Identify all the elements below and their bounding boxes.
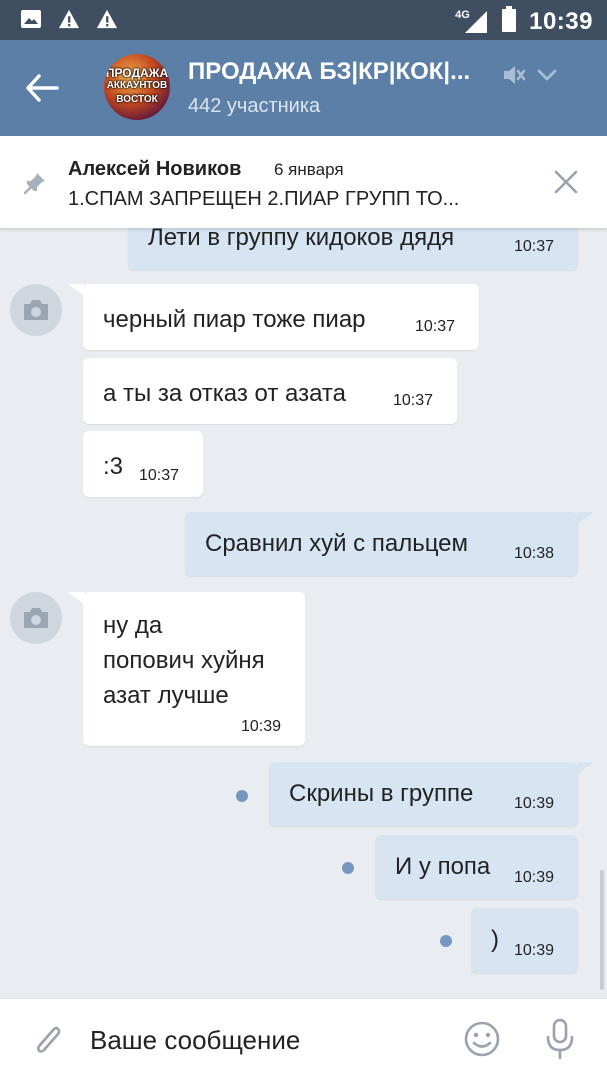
message-outgoing[interactable]: Сравнил хуй с пальцем 10:38 [185, 512, 578, 576]
signal-icon: 4G [455, 9, 489, 35]
message-time: 10:37 [514, 238, 555, 255]
participants-count[interactable]: 442 участника [188, 95, 320, 118]
camera-icon [24, 608, 48, 628]
unread-indicator [236, 790, 248, 802]
message-line: попович хуйня [103, 647, 265, 674]
bubble-tail [578, 762, 594, 774]
message-text: а ты за отказ от азата [103, 380, 346, 407]
sender-avatar[interactable] [10, 284, 62, 336]
muted-icon [500, 62, 526, 88]
message-text: Скрины в группе [289, 780, 474, 807]
message-line: ну да [103, 612, 163, 639]
message-time: 10:39 [514, 795, 555, 812]
warning-icon [58, 8, 80, 30]
close-icon[interactable] [552, 168, 580, 196]
message-incoming[interactable]: :3 10:37 [83, 431, 203, 497]
microphone-icon[interactable] [540, 1017, 580, 1061]
message-text: Сравнил хуй с пальцем [205, 530, 469, 557]
message-text: :3 [103, 453, 124, 480]
message-time: 10:37 [139, 467, 180, 484]
pinned-author: Алексей Новиков [68, 158, 242, 180]
message-incoming[interactable]: черный пиар тоже пиар 10:37 [83, 284, 479, 350]
message-outgoing[interactable]: ) 10:39 [471, 908, 578, 973]
image-icon [20, 8, 42, 30]
message-outgoing[interactable]: Скрины в группе 10:39 [269, 762, 578, 826]
message-time: 10:37 [393, 392, 434, 409]
message-line: азат лучше [103, 682, 229, 709]
message-time: 10:38 [514, 545, 555, 562]
chevron-down-icon[interactable] [534, 62, 560, 88]
paperclip-icon[interactable] [28, 1019, 68, 1059]
avatar-text: ВОСТОК [116, 94, 158, 105]
chat-title[interactable]: ПРОДАЖА БЗ|КР|КОК|... [188, 58, 470, 86]
unread-indicator [440, 935, 452, 947]
arrow-left-icon [26, 74, 59, 102]
message-list[interactable]: Лети в группу кидоков дядя 10:37 черный … [0, 228, 607, 998]
bubble-tail [578, 512, 594, 524]
pin-icon [22, 170, 48, 196]
group-avatar[interactable]: ПРОДАЖА АККАУНТОВ ВОСТОК [104, 54, 170, 120]
message-input[interactable] [90, 1015, 440, 1065]
sender-avatar[interactable] [10, 592, 62, 644]
message-time: 10:39 [241, 718, 282, 735]
message-incoming[interactable]: ну да попович хуйня азат лучше 10:39 [83, 592, 305, 746]
message-incoming[interactable]: а ты за отказ от азата 10:37 [83, 358, 457, 424]
message-outgoing[interactable]: Лети в группу кидоков дядя 10:37 [128, 228, 578, 270]
battery-icon [501, 6, 517, 37]
camera-icon [24, 300, 48, 320]
bubble-tail [68, 592, 84, 604]
bubble-tail [68, 284, 84, 296]
message-text: И у попа [395, 853, 491, 880]
chat-header: ПРОДАЖА АККАУНТОВ ВОСТОК ПРОДАЖА БЗ|КР|К… [0, 40, 607, 136]
message-text: черный пиар тоже пиар [103, 306, 366, 333]
status-time: 10:39 [529, 7, 593, 35]
message-time: 10:37 [415, 318, 456, 335]
message-time: 10:39 [514, 869, 555, 886]
scrollbar[interactable] [600, 870, 604, 990]
message-time: 10:39 [514, 942, 555, 959]
pinned-text: 1.СПАМ ЗАПРЕЩЕН 2.ПИАР ГРУПП ТО... [68, 188, 460, 210]
message-outgoing[interactable]: И у попа 10:39 [375, 835, 578, 899]
message-input-bar [0, 998, 607, 1080]
avatar-text: ПРОДАЖА [105, 66, 169, 80]
message-text: ) [491, 926, 499, 953]
emoji-icon[interactable] [462, 1019, 502, 1059]
pinned-date: 6 января [274, 160, 344, 179]
status-bar: 4G 10:39 [0, 0, 607, 40]
avatar-text: АККАУНТОВ [106, 80, 168, 91]
unread-indicator [342, 862, 354, 874]
back-button[interactable] [22, 68, 62, 108]
warning-icon [96, 8, 118, 30]
message-text: Лети в группу кидоков дядя [148, 228, 455, 251]
pinned-message[interactable]: Алексей Новиков 6 января 1.СПАМ ЗАПРЕЩЕН… [0, 136, 607, 228]
